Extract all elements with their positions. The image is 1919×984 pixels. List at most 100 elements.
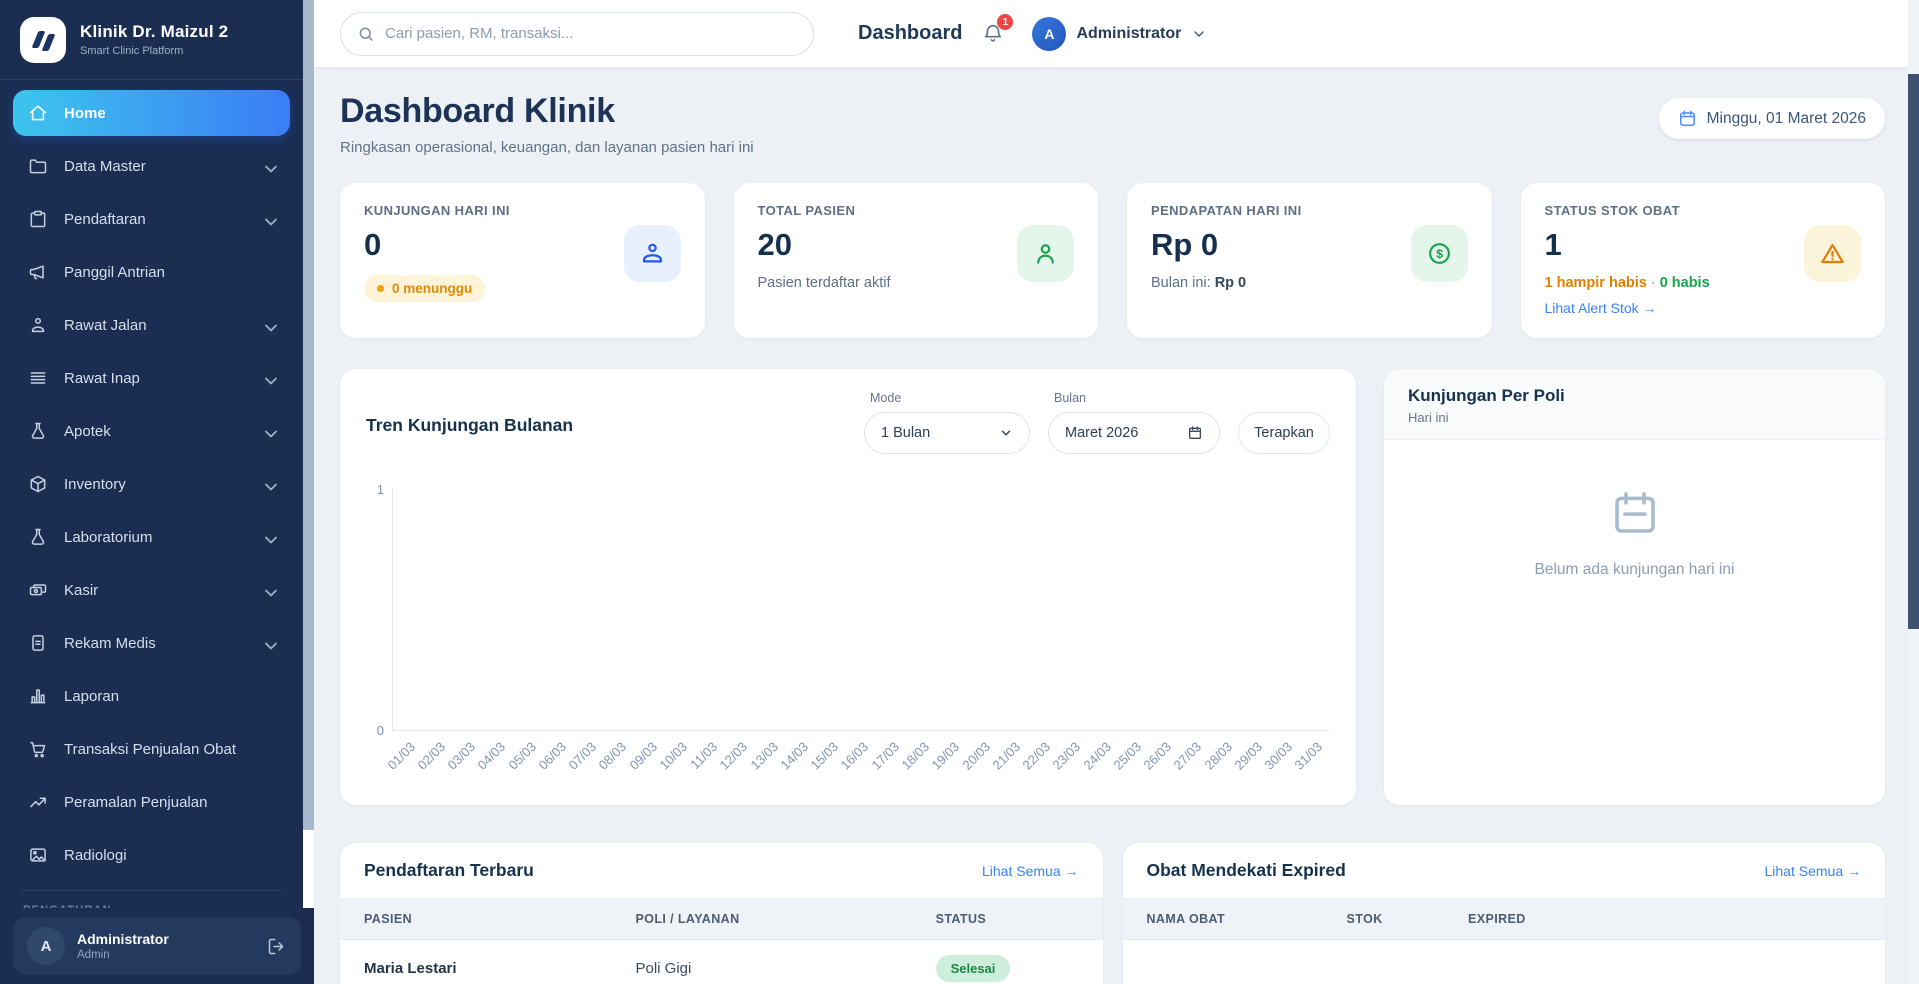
stat-card-pasien: TOTAL PASIEN 20 Pasien terdaftar aktif bbox=[734, 183, 1099, 338]
chevron-down-icon bbox=[261, 530, 275, 544]
notifications-button[interactable]: 1 bbox=[982, 22, 1006, 46]
sidebar-scrollbar-thumb[interactable] bbox=[303, 0, 314, 830]
window-scrollbar[interactable] bbox=[1908, 0, 1919, 984]
x-tick-label: 29/03 bbox=[1231, 739, 1265, 773]
logout-icon[interactable] bbox=[266, 936, 287, 957]
pendaftaran-see-all-link[interactable]: Lihat Semua → bbox=[982, 863, 1079, 879]
x-tick-label: 14/03 bbox=[777, 739, 811, 773]
column-header: PASIEN bbox=[364, 912, 636, 926]
revenue-icon-tile: $ bbox=[1411, 225, 1468, 282]
warning-icon-tile bbox=[1804, 225, 1861, 282]
user-menu[interactable]: A Administrator bbox=[1032, 17, 1207, 51]
chevron-down-icon bbox=[261, 636, 275, 650]
chart-title: Tren Kunjungan Bulanan bbox=[366, 391, 573, 436]
chart-plot-area: 1 0 bbox=[366, 488, 1330, 731]
sidebar-user-card[interactable]: A Administrator Admin bbox=[13, 917, 301, 975]
chevron-down-icon bbox=[261, 318, 275, 332]
x-tick-label: 27/03 bbox=[1171, 739, 1205, 773]
warning-icon bbox=[1819, 240, 1846, 267]
x-tick-label: 16/03 bbox=[838, 739, 872, 773]
page-title: Dashboard Klinik bbox=[340, 92, 754, 131]
calendar-icon bbox=[1608, 486, 1662, 540]
poli-card: Kunjungan Per Poli Hari ini Belum ada ku… bbox=[1384, 369, 1885, 805]
sidebar-item-kasir[interactable]: Kasir bbox=[13, 567, 290, 613]
pendaftaran-card-title: Pendaftaran Terbaru bbox=[364, 860, 534, 881]
stok-alert-link[interactable]: Lihat Alert Stok → bbox=[1545, 300, 1657, 316]
user-role: Admin bbox=[77, 949, 169, 961]
user-menu-name: Administrator bbox=[1076, 25, 1181, 43]
column-header: POLI / LAYANAN bbox=[636, 912, 936, 926]
x-tick-label: 08/03 bbox=[596, 739, 630, 773]
date-text: Minggu, 01 Maret 2026 bbox=[1707, 110, 1866, 128]
patient-name-cell: Maria Lestari bbox=[364, 960, 636, 977]
avatar: A bbox=[27, 927, 65, 965]
chevron-down-icon bbox=[1191, 26, 1207, 42]
mode-label: Mode bbox=[870, 391, 1030, 405]
calendar-icon bbox=[1678, 109, 1697, 128]
trending-up-icon bbox=[28, 792, 48, 812]
content: Dashboard Klinik Ringkasan operasional, … bbox=[314, 68, 1908, 984]
expired-card-header: Obat Mendekati Expired Lihat Semua → bbox=[1123, 843, 1886, 898]
poli-cell: Poli Gigi bbox=[636, 960, 936, 977]
chevron-down-icon bbox=[261, 212, 275, 226]
sidebar-item-laboratorium[interactable]: Laboratorium bbox=[13, 514, 290, 560]
x-tick-label: 23/03 bbox=[1050, 739, 1084, 773]
sidebar-item-pendaftaran[interactable]: Pendaftaran bbox=[13, 196, 290, 242]
sidebar-item-radiologi[interactable]: Radiologi bbox=[13, 832, 290, 878]
sidebar-item-label: Radiologi bbox=[64, 847, 127, 864]
stok-ok-text: 0 habis bbox=[1660, 275, 1710, 291]
chevron-down-icon bbox=[999, 426, 1013, 440]
chevron-down-icon bbox=[261, 159, 275, 173]
x-tick-label: 19/03 bbox=[929, 739, 963, 773]
sidebar-item-panggil-antrian[interactable]: Panggil Antrian bbox=[13, 249, 290, 295]
poli-empty-state: Belum ada kunjungan hari ini bbox=[1384, 440, 1885, 579]
x-tick-label: 10/03 bbox=[656, 739, 690, 773]
sidebar-scrollbar[interactable] bbox=[303, 0, 314, 908]
sidebar-item-apotek[interactable]: Apotek bbox=[13, 408, 290, 454]
x-tick-label: 17/03 bbox=[868, 739, 902, 773]
folder-icon bbox=[28, 156, 48, 176]
x-tick-label: 07/03 bbox=[566, 739, 600, 773]
month-input[interactable]: Maret 2026 bbox=[1048, 412, 1220, 454]
sidebar-item-label: Rekam Medis bbox=[64, 635, 156, 652]
sidebar-item-rawat-inap[interactable]: Rawat Inap bbox=[13, 355, 290, 401]
x-tick-label: 05/03 bbox=[505, 739, 539, 773]
sidebar-user-panel: A Administrator Admin bbox=[0, 908, 314, 984]
x-tick-label: 30/03 bbox=[1262, 739, 1296, 773]
x-tick-label: 26/03 bbox=[1141, 739, 1175, 773]
x-tick-label: 06/03 bbox=[535, 739, 569, 773]
visitors-icon bbox=[639, 240, 666, 267]
apply-button[interactable]: Terapkan bbox=[1238, 412, 1330, 454]
sidebar-item-laporan[interactable]: Laporan bbox=[13, 673, 290, 719]
sidebar-item-rekam-medis[interactable]: Rekam Medis bbox=[13, 620, 290, 666]
cart-icon bbox=[28, 739, 48, 759]
window-scrollbar-thumb[interactable] bbox=[1908, 74, 1919, 629]
search-input-wrapper[interactable] bbox=[340, 12, 814, 56]
mode-select[interactable]: 1 Bulan bbox=[864, 412, 1030, 454]
sidebar-item-inventory[interactable]: Inventory bbox=[13, 461, 290, 507]
stats-row: KUNJUNGAN HARI INI 0 0 menunggu TOTAL PA… bbox=[340, 183, 1885, 338]
sidebar-item-peramalan-penjualan[interactable]: Peramalan Penjualan bbox=[13, 779, 290, 825]
table-header-row: PASIEN POLI / LAYANAN STATUS bbox=[340, 898, 1103, 940]
column-header: NAMA OBAT bbox=[1147, 912, 1347, 926]
document-icon bbox=[28, 633, 48, 653]
sidebar-nav: Home Data Master Pendaftaran Panggil Ant… bbox=[0, 80, 303, 908]
app-tagline: Smart Clinic Platform bbox=[80, 45, 228, 57]
stok-warning-text: 1 hampir habis bbox=[1545, 275, 1647, 291]
search-input[interactable] bbox=[385, 25, 797, 42]
sidebar-item-home[interactable]: Home bbox=[13, 90, 290, 136]
month-picker-icon[interactable] bbox=[1187, 425, 1203, 441]
chart-x-axis: 01/0302/0303/0304/0305/0306/0307/0308/03… bbox=[392, 731, 1330, 789]
sidebar-item-transaksi-penjualan-obat[interactable]: Transaksi Penjualan Obat bbox=[13, 726, 290, 772]
poli-card-header: Kunjungan Per Poli Hari ini bbox=[1384, 369, 1885, 440]
chart-card: Tren Kunjungan Bulanan Mode 1 Bulan Bula… bbox=[340, 369, 1356, 805]
expired-card: Obat Mendekati Expired Lihat Semua → NAM… bbox=[1123, 843, 1886, 984]
sidebar-item-data-master[interactable]: Data Master bbox=[13, 143, 290, 189]
status-badge: Selesai bbox=[936, 955, 1011, 982]
avatar: A bbox=[1032, 17, 1066, 51]
sidebar-item-rawat-jalan[interactable]: Rawat Jalan bbox=[13, 302, 290, 348]
chevron-down-icon bbox=[261, 583, 275, 597]
expired-see-all-link[interactable]: Lihat Semua → bbox=[1765, 863, 1862, 879]
mode-select-value: 1 Bulan bbox=[881, 425, 930, 441]
chart-plot bbox=[392, 488, 1330, 731]
